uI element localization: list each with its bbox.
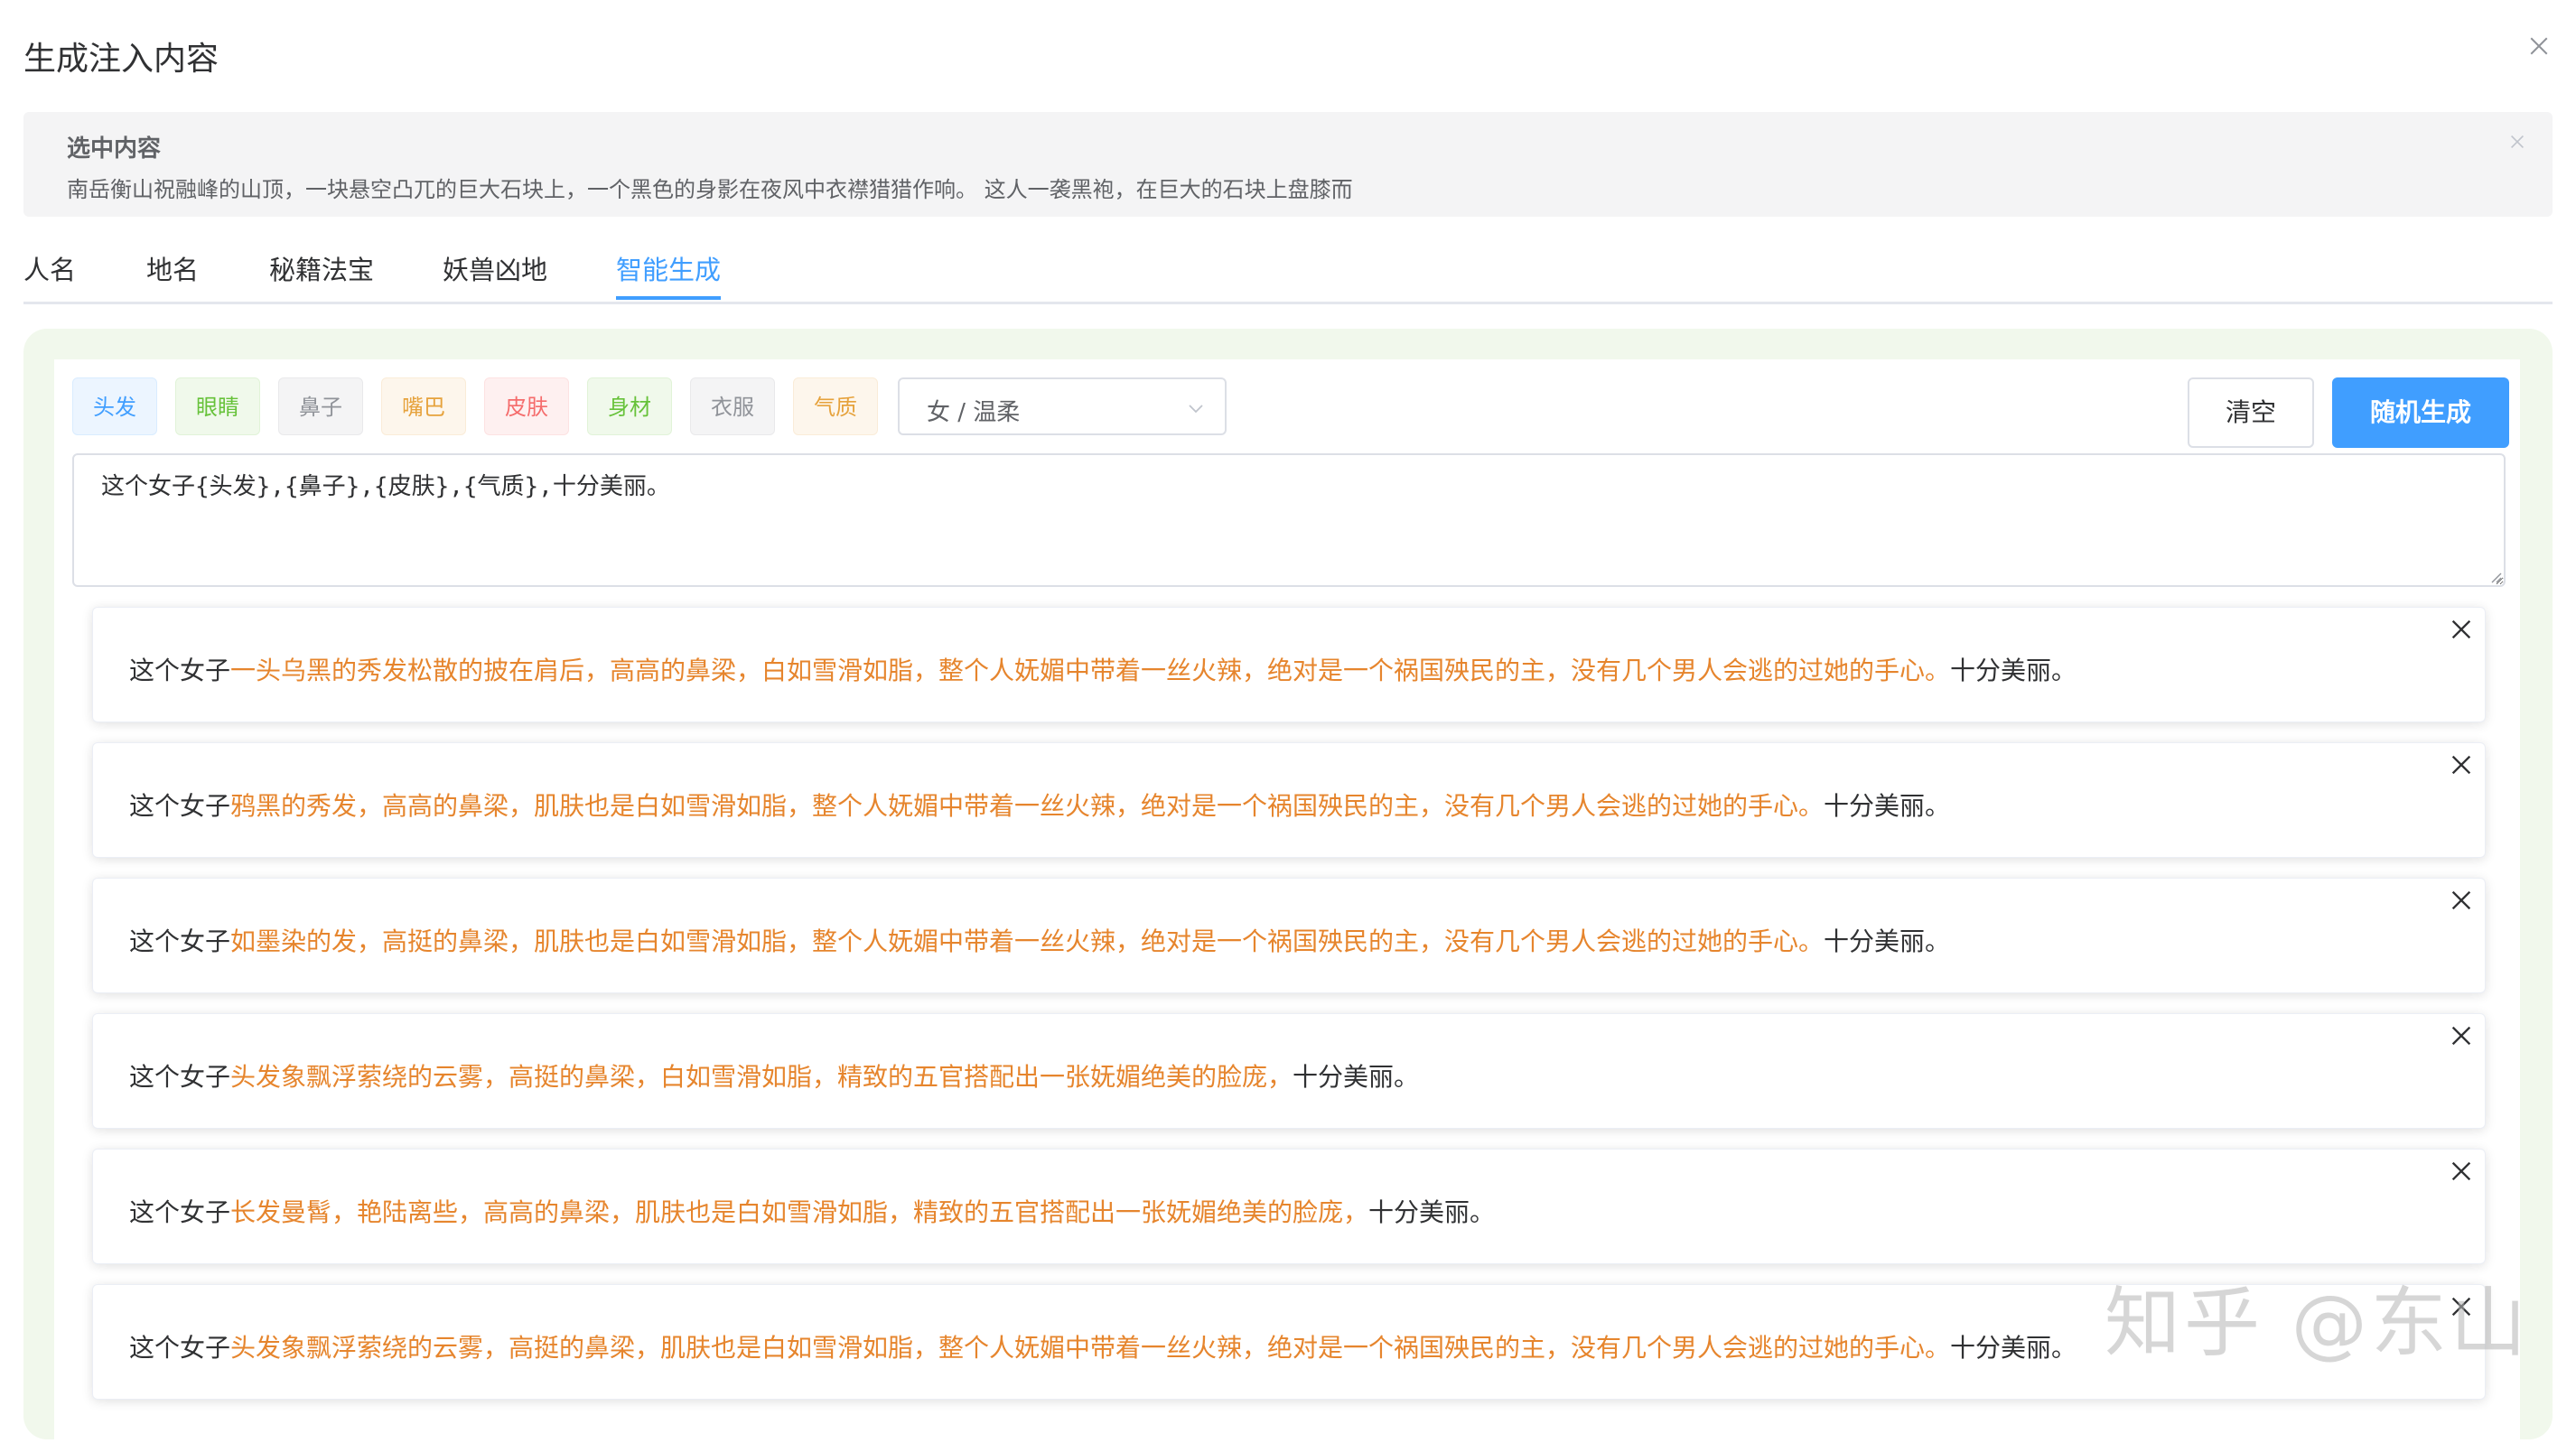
tag-temperament[interactable]: 气质 [793,377,878,435]
tab-monster-land[interactable]: 妖兽凶地 [443,249,547,287]
tag-eyes[interactable]: 眼睛 [175,377,260,435]
close-icon[interactable] [2447,1157,2476,1186]
result-prefix: 这个女子 [129,791,231,821]
close-icon[interactable] [2447,1021,2476,1050]
close-icon[interactable] [2525,33,2553,60]
chevron-down-icon [1185,397,1207,419]
result-prefix: 这个女子 [129,1197,231,1227]
selected-content-box: 选中内容 南岳衡山祝融峰的山顶，一块悬空凸兀的巨大石块上，一个黑色的身影在夜风中… [23,112,2553,217]
random-generate-button[interactable]: 随机生成 [2332,377,2509,448]
result-generated-text: 头发象飘浮萦绕的云雾，高挺的鼻梁，白如雪滑如脂，精致的五官搭配出一张妩媚绝美的脸… [230,1062,1293,1092]
result-suffix: 十分美丽。 [1293,1062,1420,1092]
result-card[interactable]: 这个女子头发象飘浮萦绕的云雾，高挺的鼻梁，白如雪滑如脂，精致的五官搭配出一张妩媚… [92,1013,2486,1129]
template-input[interactable]: 这个女子{头发},{鼻子},{皮肤},{气质},十分美丽。 [72,453,2506,587]
result-card[interactable]: 这个女子一头乌黑的秀发松散的披在肩后，高高的鼻梁，白如雪滑如脂，整个人妩媚中带着… [92,607,2486,722]
result-generated-text: 鸦黑的秀发，高高的鼻梁，肌肤也是白如雪滑如脂，整个人妩媚中带着一丝火辣，绝对是一… [230,791,1825,821]
result-suffix: 十分美丽。 [1950,1333,2077,1363]
style-select-value: 女 / 温柔 [927,399,1021,426]
result-card[interactable]: 这个女子如墨染的发，高挺的鼻梁，肌肤也是白如雪滑如脂，整个人妩媚中带着一丝火辣，… [92,878,2486,993]
tag-clothes[interactable]: 衣服 [690,377,775,435]
tab-place-name[interactable]: 地名 [146,249,199,287]
generate-inject-dialog: 生成注入内容 选中内容 南岳衡山祝融峰的山顶，一块悬空凸兀的巨大石块上，一个黑色… [0,0,2576,1443]
selected-content-text: 南岳衡山祝融峰的山顶，一块悬空凸兀的巨大石块上，一个黑色的身影在夜风中衣襟猎猎作… [67,177,1353,202]
dialog-title: 生成注入内容 [23,41,219,78]
result-suffix: 十分美丽。 [1368,1197,1496,1227]
result-prefix: 这个女子 [129,1333,231,1363]
close-icon[interactable] [2447,750,2476,779]
tag-figure[interactable]: 身材 [587,377,672,435]
result-prefix: 这个女子 [129,926,231,956]
tab-secret-treasure[interactable]: 秘籍法宝 [269,249,374,287]
result-generated-text: 一头乌黑的秀发松散的披在肩后，高高的鼻梁，白如雪滑如脂，整个人妩媚中带着一丝火辣… [230,656,1951,685]
result-suffix: 十分美丽。 [1824,791,1951,821]
resize-handle-icon[interactable] [2487,569,2502,583]
active-tab-indicator [616,296,721,300]
result-generated-text: 如墨染的发，高挺的鼻梁，肌肤也是白如雪滑如脂，整个人妩媚中带着一丝火辣，绝对是一… [230,926,1825,956]
close-icon[interactable] [2447,615,2476,644]
result-card[interactable]: 这个女子长发曼髾，艳陆离些，高高的鼻梁，肌肤也是白如雪滑如脂，精致的五官搭配出一… [92,1149,2486,1264]
result-card[interactable]: 这个女子鸦黑的秀发，高高的鼻梁，肌肤也是白如雪滑如脂，整个人妩媚中带着一丝火辣，… [92,742,2486,858]
close-icon[interactable] [2507,132,2527,152]
tab-smart-generate[interactable]: 智能生成 [616,249,721,287]
tag-mouth[interactable]: 嘴巴 [381,377,466,435]
result-suffix: 十分美丽。 [1950,656,2077,685]
close-icon[interactable] [2447,886,2476,915]
clear-button[interactable]: 清空 [2188,377,2314,448]
result-prefix: 这个女子 [129,1062,231,1092]
result-generated-text: 长发曼髾，艳陆离些，高高的鼻梁，肌肤也是白如雪滑如脂，精致的五官搭配出一张妩媚绝… [230,1197,1369,1227]
result-suffix: 十分美丽。 [1824,926,1951,956]
tab-person-name[interactable]: 人名 [23,249,76,287]
selected-content-title: 选中内容 [67,135,162,163]
tag-nose[interactable]: 鼻子 [278,377,363,435]
tag-hair[interactable]: 头发 [72,377,157,435]
style-select[interactable]: 女 / 温柔 [898,377,1227,435]
result-prefix: 这个女子 [129,656,231,685]
tag-skin[interactable]: 皮肤 [484,377,569,435]
result-generated-text: 头发象飘浮萦绕的云雾，高挺的鼻梁，肌肤也是白如雪滑如脂，整个人妩媚中带着一丝火辣… [230,1333,1951,1363]
watermark: 知乎 @东山 [2105,1279,2530,1367]
category-tabs: 人名 地名 秘籍法宝 妖兽凶地 智能生成 [23,240,2553,304]
